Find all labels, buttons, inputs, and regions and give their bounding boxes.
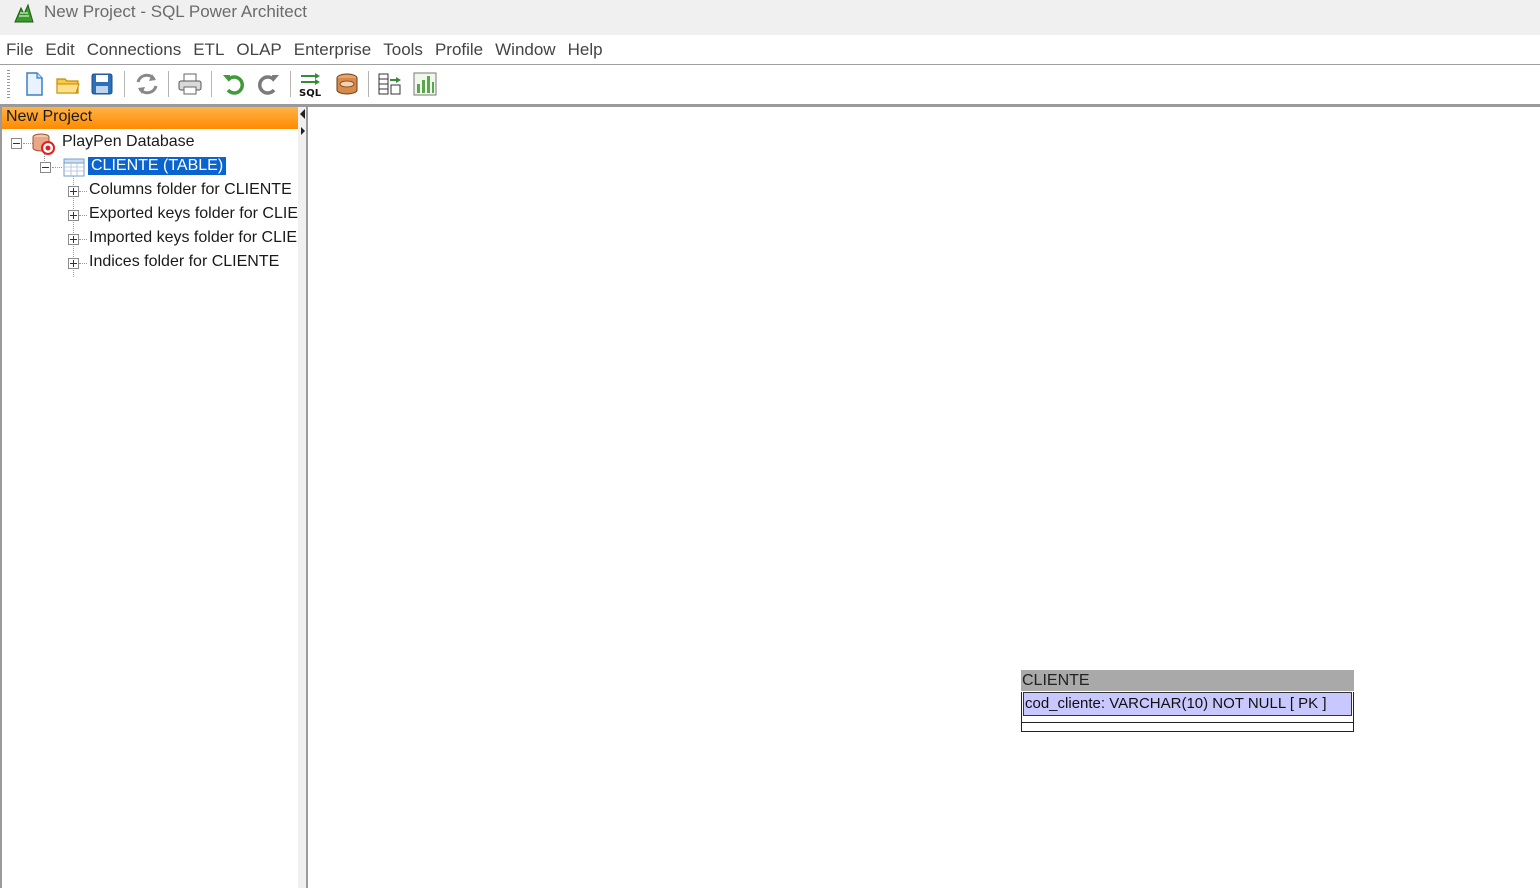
redo-button[interactable] — [254, 70, 282, 98]
panel-title: New Project — [6, 108, 93, 125]
tree-node-indices-folder[interactable]: Indices folder for CLIENTE — [2, 252, 298, 274]
bar-chart-icon — [413, 72, 437, 96]
collapse-toggle-icon[interactable] — [40, 162, 51, 173]
forward-engineer-button[interactable]: SQL — [298, 70, 326, 99]
title-bar: New Project - SQL Power Architect — [0, 0, 1540, 35]
save-project-button[interactable] — [88, 70, 116, 98]
collapse-toggle-icon[interactable] — [11, 138, 22, 149]
database-icon — [336, 73, 358, 95]
tree-node-playpen-database[interactable]: PlayPen Database — [2, 132, 298, 155]
table-empty-section — [1022, 722, 1353, 731]
folder-open-icon — [56, 78, 80, 94]
window-title: New Project - SQL Power Architect — [44, 2, 307, 21]
menu-help[interactable]: Help — [562, 35, 609, 64]
database-tree-panel: New Project PlayPen Database CLIENTE (TA… — [0, 107, 298, 888]
toolbar-separator — [368, 71, 369, 97]
new-project-button[interactable] — [20, 70, 48, 98]
expand-toggle-icon[interactable] — [68, 186, 79, 197]
profile-button[interactable] — [411, 70, 439, 98]
expand-toggle-icon[interactable] — [68, 258, 79, 269]
menu-enterprise[interactable]: Enterprise — [288, 35, 377, 64]
print-button[interactable] — [176, 70, 204, 98]
table-body: cod_cliente: VARCHAR(10) NOT NULL [ PK ] — [1021, 692, 1354, 732]
database-tree[interactable]: PlayPen Database CLIENTE (TABLE) Columns… — [2, 131, 298, 871]
tree-label: Exported keys folder for CLIENTE — [89, 205, 298, 222]
data-mover-button[interactable] — [376, 70, 404, 98]
compare-dm-button[interactable] — [133, 70, 161, 98]
table-icon — [63, 158, 85, 177]
menu-tools[interactable]: Tools — [377, 35, 429, 64]
tree-node-imported-keys-folder[interactable]: Imported keys folder for CLIENTE — [2, 228, 298, 250]
undo-icon — [223, 75, 244, 95]
redo-icon — [258, 75, 279, 95]
table-title[interactable]: CLIENTE — [1021, 670, 1354, 691]
svg-text:SQL: SQL — [299, 88, 322, 98]
toolbar-separator — [124, 71, 125, 97]
tree-label: Columns folder for CLIENTE — [89, 181, 292, 198]
toolbar-separator — [168, 71, 169, 97]
undo-button[interactable] — [220, 70, 248, 98]
tree-label: CLIENTE (TABLE) — [88, 157, 227, 175]
tree-node-table-cliente[interactable]: CLIENTE (TABLE) — [2, 156, 298, 178]
panel-header: New Project — [2, 107, 298, 129]
data-mover-icon — [378, 73, 401, 95]
table-column-row[interactable]: cod_cliente: VARCHAR(10) NOT NULL [ PK ] — [1023, 692, 1352, 716]
menu-olap[interactable]: OLAP — [230, 35, 287, 64]
compare-database-button[interactable] — [333, 70, 361, 98]
menu-connections[interactable]: Connections — [81, 35, 188, 64]
expand-right-arrow-icon[interactable] — [301, 127, 305, 135]
table-pane-cliente[interactable]: CLIENTE cod_cliente: VARCHAR(10) NOT NUL… — [1021, 670, 1354, 732]
tree-label: Imported keys folder for CLIENTE — [89, 229, 298, 246]
open-project-button[interactable] — [54, 70, 82, 98]
menu-bar: File Edit Connections ETL OLAP Enterpris… — [0, 35, 1540, 65]
expand-toggle-icon[interactable] — [68, 210, 79, 221]
printer-icon — [178, 73, 202, 95]
split-pane-divider[interactable] — [298, 107, 308, 888]
toolbar-separator — [290, 71, 291, 97]
collapse-left-arrow-icon[interactable] — [300, 109, 305, 119]
tree-node-exported-keys-folder[interactable]: Exported keys folder for CLIENTE — [2, 204, 298, 226]
menu-profile[interactable]: Profile — [429, 35, 489, 64]
menu-edit[interactable]: Edit — [39, 35, 80, 64]
toolbar-grip[interactable] — [7, 70, 10, 98]
refresh-arrows-icon — [136, 73, 158, 95]
tree-node-columns-folder[interactable]: Columns folder for CLIENTE — [2, 180, 298, 202]
expand-toggle-icon[interactable] — [68, 234, 79, 245]
menu-file[interactable]: File — [0, 35, 39, 64]
toolbar: SQL — [0, 65, 1540, 107]
playpen-canvas[interactable]: CLIENTE cod_cliente: VARCHAR(10) NOT NUL… — [308, 107, 1540, 888]
tree-label: PlayPen Database — [62, 133, 195, 150]
new-document-icon — [26, 72, 43, 96]
sql-icon: SQL — [299, 73, 322, 99]
menu-window[interactable]: Window — [489, 35, 561, 64]
save-icon — [91, 73, 113, 95]
toolbar-separator — [211, 71, 212, 97]
menu-etl[interactable]: ETL — [187, 35, 230, 64]
playpen-database-icon — [32, 133, 55, 155]
app-logo-icon — [14, 3, 34, 23]
tree-label: Indices folder for CLIENTE — [89, 253, 280, 270]
